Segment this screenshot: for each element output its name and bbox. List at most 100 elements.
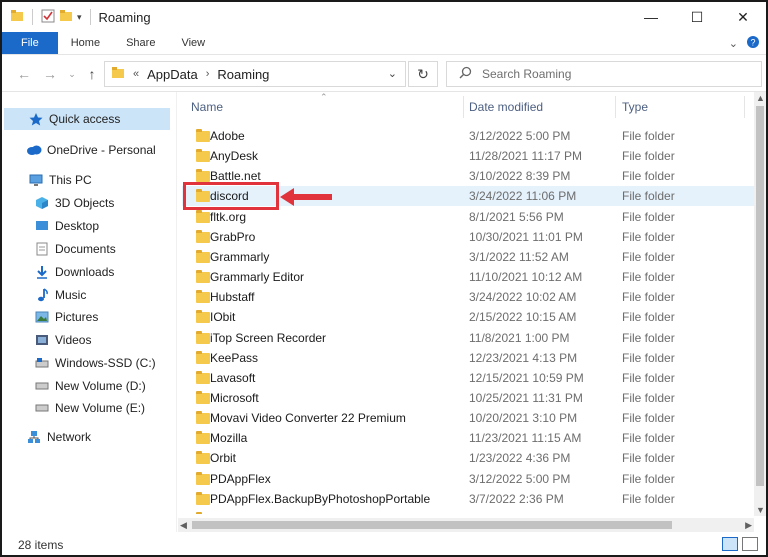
column-separator[interactable] — [744, 96, 745, 118]
file-type: File folder — [622, 149, 675, 164]
sidebar-item-onedrive[interactable]: OneDrive - Personal — [4, 139, 170, 161]
view-toggle — [722, 537, 758, 551]
file-row[interactable]: Mozilla 11/23/2021 11:15 AM File folder — [182, 428, 754, 448]
file-row[interactable]: iTop Screen Recorder 11/8/2021 1:00 PM Fil… — [182, 328, 754, 348]
file-name: Microsoft — [210, 390, 259, 405]
pane-divider[interactable] — [176, 92, 177, 532]
file-row[interactable]: ProgSense 8/1/2021 12:02 PM File folder — [182, 509, 754, 514]
file-row[interactable]: AnyDesk 11/28/2021 11:17 PM File folder — [182, 146, 754, 166]
overflow-chevron[interactable]: « — [133, 68, 139, 80]
search-box[interactable] — [446, 61, 762, 87]
chevron-down-icon[interactable]: ⌄ — [388, 67, 397, 80]
file-row[interactable]: Grammarly Editor 11/10/2021 10:12 AM File … — [182, 267, 754, 287]
file-date-modified: 8/1/2021 5:56 PM — [469, 209, 564, 224]
file-type: File folder — [622, 229, 675, 244]
tab-share[interactable]: Share — [113, 32, 168, 54]
refresh-button[interactable]: ↻ — [408, 61, 438, 87]
sidebar-item-label: Documents — [55, 242, 116, 256]
maximize-button[interactable]: ☐ — [674, 2, 720, 32]
properties-icon[interactable] — [41, 9, 55, 26]
sidebar-item-downloads[interactable]: Downloads — [4, 261, 170, 283]
document-icon — [34, 242, 50, 256]
horizontal-scrollbar[interactable]: ◀ ▶ — [178, 518, 754, 532]
file-row[interactable]: Movavi Video Converter 22 Premium 10/20/2… — [182, 408, 754, 428]
file-type: File folder — [622, 411, 675, 426]
file-type: File folder — [622, 451, 675, 466]
sidebar-item-3d-objects[interactable]: 3D Objects — [4, 192, 170, 214]
file-row[interactable]: Grammarly 3/1/2022 11:52 AM File folder — [182, 247, 754, 267]
large-icons-view-icon[interactable] — [742, 537, 758, 551]
picture-icon — [34, 310, 50, 324]
back-arrow-icon[interactable]: ← — [14, 64, 34, 84]
file-row[interactable]: KeePass 12/23/2021 4:13 PM File folder — [182, 348, 754, 368]
file-row[interactable]: Microsoft 10/25/2021 11:31 PM File folder — [182, 388, 754, 408]
file-row[interactable]: Hubstaff 3/24/2022 10:02 AM File folder — [182, 287, 754, 307]
forward-arrow-icon[interactable]: → — [40, 64, 60, 84]
file-date-modified: 2/15/2022 10:15 AM — [469, 310, 577, 325]
sidebar-item-windows-ssd[interactable]: Windows-SSD (C:) — [4, 352, 170, 374]
file-row[interactable]: IObit 2/15/2022 10:15 AM File folder — [182, 307, 754, 327]
item-count: 28 items — [18, 537, 64, 552]
file-row[interactable]: Adobe 3/12/2022 5:00 PM File folder — [182, 126, 754, 146]
sidebar-item-desktop[interactable]: Desktop — [4, 215, 170, 237]
scroll-down-arrow-icon[interactable]: ▼ — [756, 505, 765, 515]
sidebar-item-network[interactable]: Network — [4, 426, 170, 448]
sidebar-item-music[interactable]: Music — [4, 284, 170, 306]
breadcrumb-roaming[interactable]: Roaming — [217, 67, 269, 82]
file-row[interactable]: Orbit 1/23/2022 4:36 PM File folder — [182, 448, 754, 468]
file-date-modified: 12/23/2021 4:13 PM — [469, 350, 578, 365]
chevron-right-icon[interactable]: › — [206, 68, 210, 80]
help-icon[interactable]: ? — [746, 35, 760, 52]
column-header-type[interactable]: Type — [622, 96, 742, 118]
file-date-modified: 11/8/2021 1:00 PM — [469, 330, 570, 345]
new-folder-icon[interactable] — [59, 9, 73, 25]
file-name: AnyDesk — [210, 149, 259, 164]
scroll-up-arrow-icon[interactable]: ▲ — [756, 93, 765, 103]
sidebar-item-pictures[interactable]: Pictures — [4, 306, 170, 328]
vertical-scrollbar[interactable]: ▲ ▼ — [754, 92, 766, 516]
column-separator[interactable] — [615, 96, 616, 118]
file-date-modified: 3/24/2022 11:06 PM — [469, 189, 577, 204]
scroll-right-arrow-icon[interactable]: ▶ — [745, 520, 752, 531]
sidebar-item-label: 3D Objects — [55, 196, 115, 210]
file-type: File folder — [622, 370, 675, 385]
file-type: File folder — [622, 350, 675, 365]
recent-locations-icon[interactable]: ⌄ — [62, 64, 82, 84]
horizontal-scroll-thumb[interactable] — [192, 521, 672, 529]
search-input[interactable] — [482, 67, 742, 81]
breadcrumb-appdata[interactable]: AppData — [147, 67, 198, 82]
file-name: Grammarly Editor — [210, 270, 305, 285]
tab-file[interactable]: File — [2, 32, 58, 54]
sidebar-item-documents[interactable]: Documents — [4, 238, 170, 260]
sidebar-item-videos[interactable]: Videos — [4, 329, 170, 351]
details-view-icon[interactable] — [722, 537, 738, 551]
tab-view[interactable]: View — [168, 32, 218, 54]
sidebar-item-this-pc[interactable]: This PC — [4, 169, 170, 191]
column-separator[interactable] — [463, 96, 464, 118]
file-row[interactable]: Lavasoft 12/15/2021 10:59 PM File folder — [182, 368, 754, 388]
address-bar[interactable]: « AppData › Roaming ⌄ — [104, 61, 406, 87]
column-header-name[interactable]: Name — [191, 96, 461, 118]
folder-icon — [196, 169, 210, 183]
column-header-date[interactable]: Date modified — [469, 96, 614, 118]
tab-home[interactable]: Home — [58, 32, 113, 54]
expand-ribbon-icon[interactable]: ⌄ — [729, 37, 738, 50]
up-arrow-icon[interactable]: ↑ — [82, 64, 102, 84]
file-type: File folder — [622, 491, 675, 506]
file-row[interactable]: GrabPro 10/30/2021 11:01 PM File folder — [182, 227, 754, 247]
navigation-pane: Quick access OneDrive - Personal This PC… — [2, 92, 176, 532]
file-row[interactable]: PDAppFlex.BackupByPhotoshopPortable 3/7/2… — [182, 489, 754, 509]
file-name: KeePass — [210, 350, 259, 365]
ribbon-right-controls: ⌄ ? — [729, 35, 760, 52]
scroll-left-arrow-icon[interactable]: ◀ — [180, 520, 187, 531]
file-row[interactable]: PDAppFlex 3/12/2022 5:00 PM File folder — [182, 469, 754, 489]
minimize-button[interactable]: — — [628, 2, 674, 32]
vertical-scroll-thumb[interactable] — [756, 106, 764, 486]
close-button[interactable]: ✕ — [720, 2, 766, 32]
sidebar-item-new-volume-e[interactable]: New Volume (E:) — [4, 397, 170, 419]
customize-dropdown-icon[interactable]: ▾ — [77, 12, 82, 23]
folder-icon — [196, 350, 210, 364]
file-name: PDAppFlex.BackupByPhotoshopPortable — [210, 491, 431, 506]
sidebar-item-new-volume-d[interactable]: New Volume (D:) — [4, 375, 170, 397]
sidebar-item-quick-access[interactable]: Quick access — [4, 108, 170, 130]
